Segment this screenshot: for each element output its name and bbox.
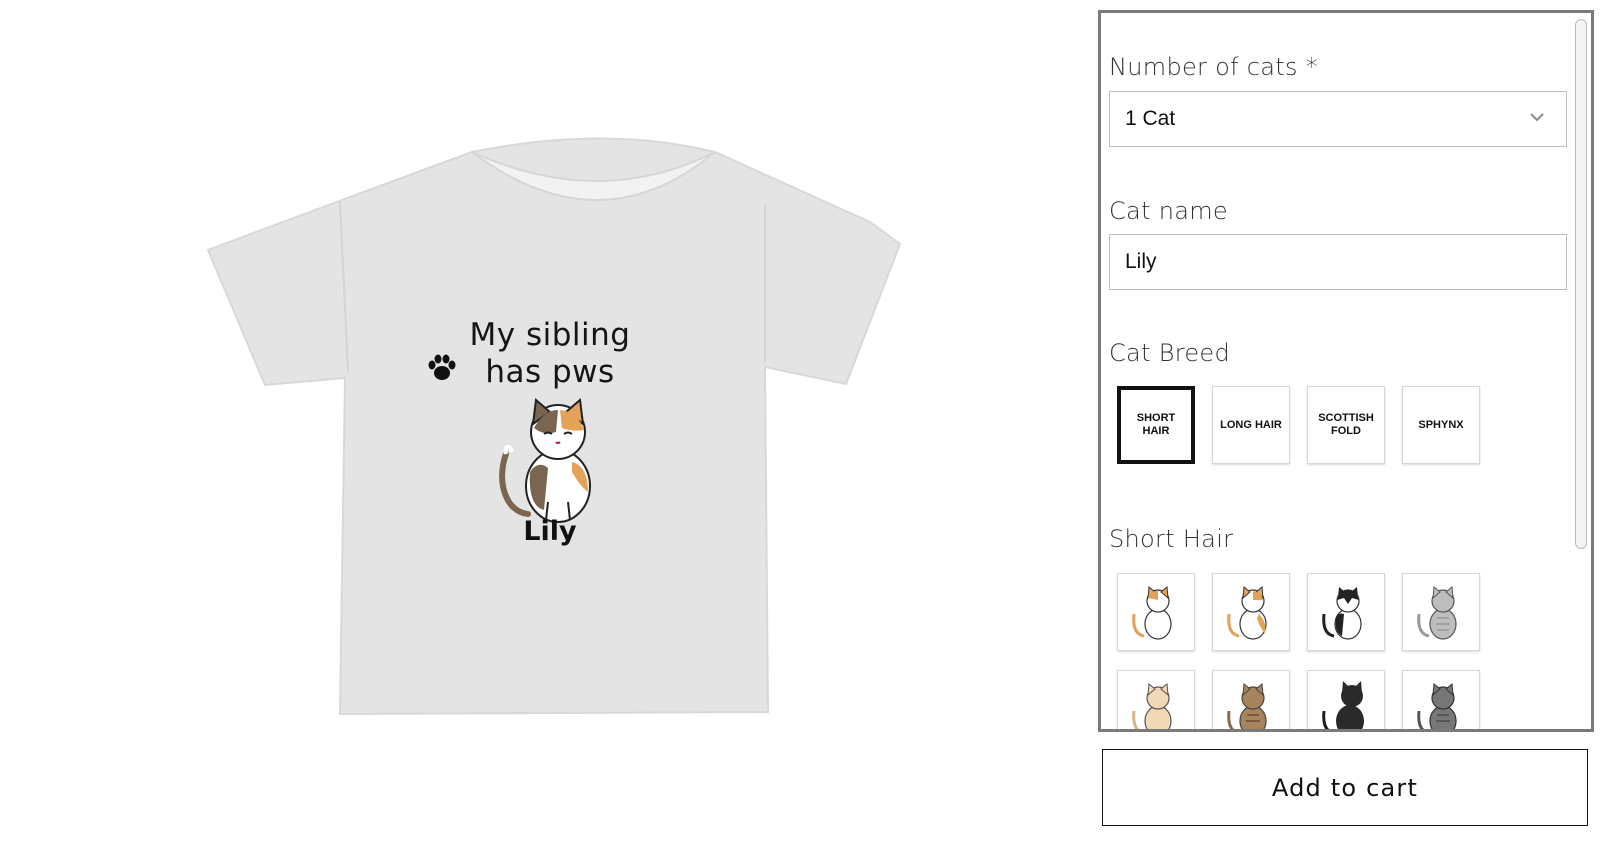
cat-swatch-calico[interactable] xyxy=(1212,573,1290,651)
tuxedo-cat-icon xyxy=(1322,587,1362,640)
shirt-print-line-2-end: ws xyxy=(572,354,615,390)
dark-grey-cat-icon xyxy=(1417,683,1457,729)
cat-swatch-black[interactable] xyxy=(1307,670,1385,729)
cat-swatch-grey-tabby[interactable] xyxy=(1402,573,1480,651)
cat-swatch-orange-white[interactable] xyxy=(1117,573,1195,651)
brown-tabby-cat-icon xyxy=(1227,683,1267,729)
cat-swatch-tuxedo[interactable] xyxy=(1307,573,1385,651)
orange-white-cat-icon xyxy=(1132,586,1172,640)
add-to-cart-button[interactable]: Add to cart xyxy=(1102,749,1588,826)
breed-option-scottish-fold[interactable]: SCOTTISH FOLD xyxy=(1307,386,1385,464)
options-panel: Number of cats * 1 Cat Cat name Lily Cat… xyxy=(1098,10,1594,732)
cat-swatch-cream[interactable] xyxy=(1117,670,1195,729)
breed-option-short-hair[interactable]: SHORT HAIR xyxy=(1117,386,1195,464)
breed-option-sphynx[interactable]: SPHYNX xyxy=(1402,386,1480,464)
shirt-print-line-2: has p ws xyxy=(428,354,670,390)
short-hair-label: Short Hair xyxy=(1109,525,1234,553)
grey-tabby-cat-icon xyxy=(1417,586,1457,640)
short-hair-swatches-row-2 xyxy=(1117,670,1480,729)
breed-options: SHORT HAIR LONG HAIR SCOTTISH FOLD SPHYN… xyxy=(1117,386,1480,464)
breed-option-long-hair[interactable]: LONG HAIR xyxy=(1212,386,1290,464)
cat-swatch-dark-grey[interactable] xyxy=(1402,670,1480,729)
cat-name-label: Cat name xyxy=(1109,197,1228,225)
cream-cat-icon xyxy=(1132,683,1172,729)
shirt-print-line-1: My sibling xyxy=(469,317,631,353)
cat-breed-label: Cat Breed xyxy=(1109,339,1231,367)
chevron-down-icon xyxy=(1530,113,1544,122)
number-of-cats-label: Number of cats * xyxy=(1109,53,1319,81)
shirt-print-name: Lily xyxy=(523,516,577,547)
number-of-cats-select[interactable]: 1 Cat xyxy=(1109,91,1567,147)
cat-name-input[interactable]: Lily xyxy=(1109,234,1567,290)
shirt-print-line-2-start: has p xyxy=(485,354,573,390)
panel-scrollbar[interactable] xyxy=(1575,19,1587,549)
tshirt-image xyxy=(206,137,902,716)
paw-print-icon xyxy=(428,354,456,380)
black-cat-icon xyxy=(1322,681,1364,729)
product-preview: My sibling has p ws Lily xyxy=(0,0,1080,854)
number-of-cats-value: 1 Cat xyxy=(1125,107,1176,130)
short-hair-swatches-row-1 xyxy=(1117,573,1480,651)
cat-swatch-brown-tabby[interactable] xyxy=(1212,670,1290,729)
calico-cat-icon xyxy=(1227,586,1267,640)
